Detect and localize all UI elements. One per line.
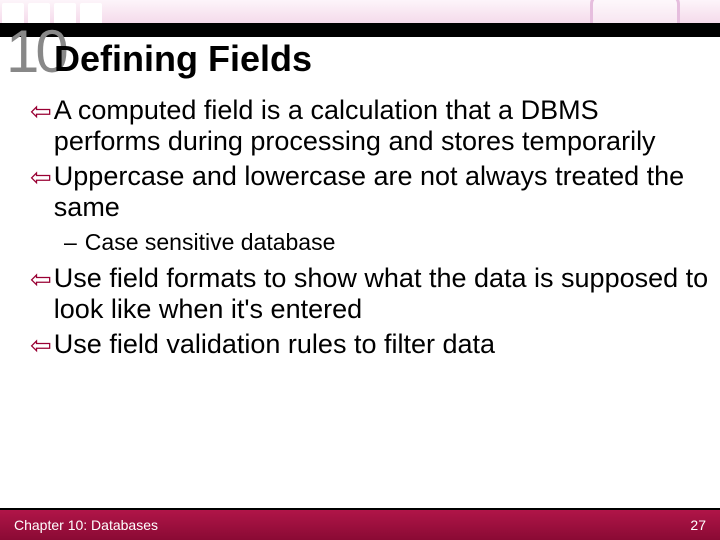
bullet-level1: ⇦ A computed field is a calculation that… [30, 95, 710, 157]
slide-footer: Chapter 10: Databases 27 [0, 510, 720, 540]
bullet-text: Use field validation rules to filter dat… [54, 329, 710, 360]
bullet-level2: – Case sensitive database [64, 229, 710, 257]
bullet-level1: ⇦ Use field validation rules to filter d… [30, 329, 710, 360]
bullet-arrow-icon: ⇦ [30, 163, 52, 225]
bullet-arrow-icon: ⇦ [30, 331, 52, 362]
slide: 10 Defining Fields ⇦ A computed field is… [0, 0, 720, 540]
bullet-arrow-icon: ⇦ [30, 97, 52, 159]
slide-title: Defining Fields [54, 38, 312, 80]
chapter-number: 10 [6, 28, 46, 76]
slide-body: ⇦ A computed field is a calculation that… [30, 95, 710, 364]
bullet-text: Use field formats to show what the data … [54, 263, 710, 325]
bullet-level1: ⇦ Uppercase and lowercase are not always… [30, 161, 710, 223]
bullet-text: Case sensitive database [85, 229, 336, 257]
bullet-text: Uppercase and lowercase are not always t… [54, 161, 710, 223]
bullet-text: A computed field is a calculation that a… [54, 95, 710, 157]
bullet-arrow-icon: ⇦ [30, 265, 52, 327]
footer-page-number: 27 [690, 517, 706, 533]
footer-left: Chapter 10: Databases [14, 517, 158, 533]
bullet-dash-icon: – [64, 229, 77, 257]
top-black-bar [0, 23, 720, 37]
bullet-level1: ⇦ Use field formats to show what the dat… [30, 263, 710, 325]
deco-square [80, 3, 102, 25]
